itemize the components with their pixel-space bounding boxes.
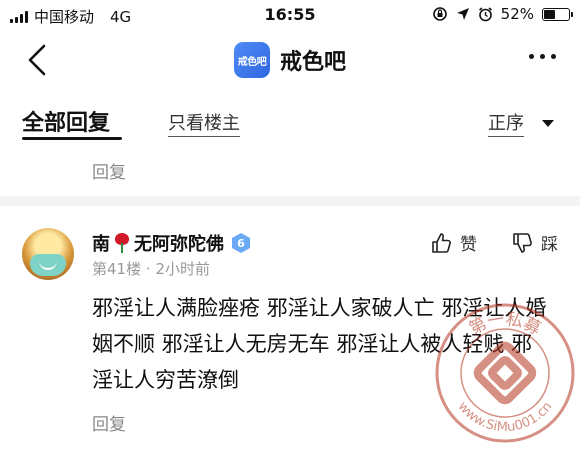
avatar[interactable]: [22, 228, 74, 280]
thumbs-down-icon: [513, 232, 532, 253]
post-meta: 第41楼 · 2小时前: [92, 260, 210, 278]
more-options-icon[interactable]: [529, 54, 556, 59]
floor-number: 第41楼: [92, 260, 142, 278]
battery-icon: [542, 7, 573, 21]
alarm-icon: [478, 6, 492, 21]
svg-text:第一私募: 第一私募: [466, 310, 544, 340]
thumbs-up-icon: [432, 232, 451, 253]
rose-emoji-icon: [114, 233, 130, 253]
sort-order-selector[interactable]: 正序: [488, 109, 554, 137]
status-bar: 中国移动 4G 16:55 52%: [0, 0, 580, 30]
active-tab-indicator: [22, 137, 122, 140]
dislike-button[interactable]: 踩: [511, 230, 558, 255]
username[interactable]: 南 无阿弥陀佛 6: [92, 230, 250, 256]
post-actions: 赞 踩: [430, 230, 558, 255]
reply-button[interactable]: 回复: [92, 410, 126, 435]
forum-title[interactable]: 戒色吧: [280, 44, 346, 76]
post-time: 2小时前: [155, 260, 210, 278]
watermark-stamp: 第一私募 www.SiMu001.cn: [435, 303, 575, 443]
tab-owner-only[interactable]: 只看楼主: [168, 109, 240, 137]
sort-order-label: 正序: [488, 109, 524, 137]
reply-filter-tabs: 全部回复 只看楼主 正序: [0, 95, 580, 145]
orientation-lock-icon: [432, 7, 447, 21]
level-badge: 6: [232, 233, 250, 253]
chevron-down-icon: [542, 119, 554, 127]
nav-bar: 戒色吧 戒色吧: [0, 30, 580, 90]
location-icon: [456, 8, 469, 20]
previous-reply-button[interactable]: 回复: [92, 158, 126, 183]
tab-all-replies[interactable]: 全部回复: [22, 105, 110, 137]
battery-percent: 52%: [500, 5, 534, 23]
like-button[interactable]: 赞: [430, 230, 477, 255]
forum-logo[interactable]: 戒色吧: [233, 42, 270, 78]
section-divider: [0, 196, 580, 206]
